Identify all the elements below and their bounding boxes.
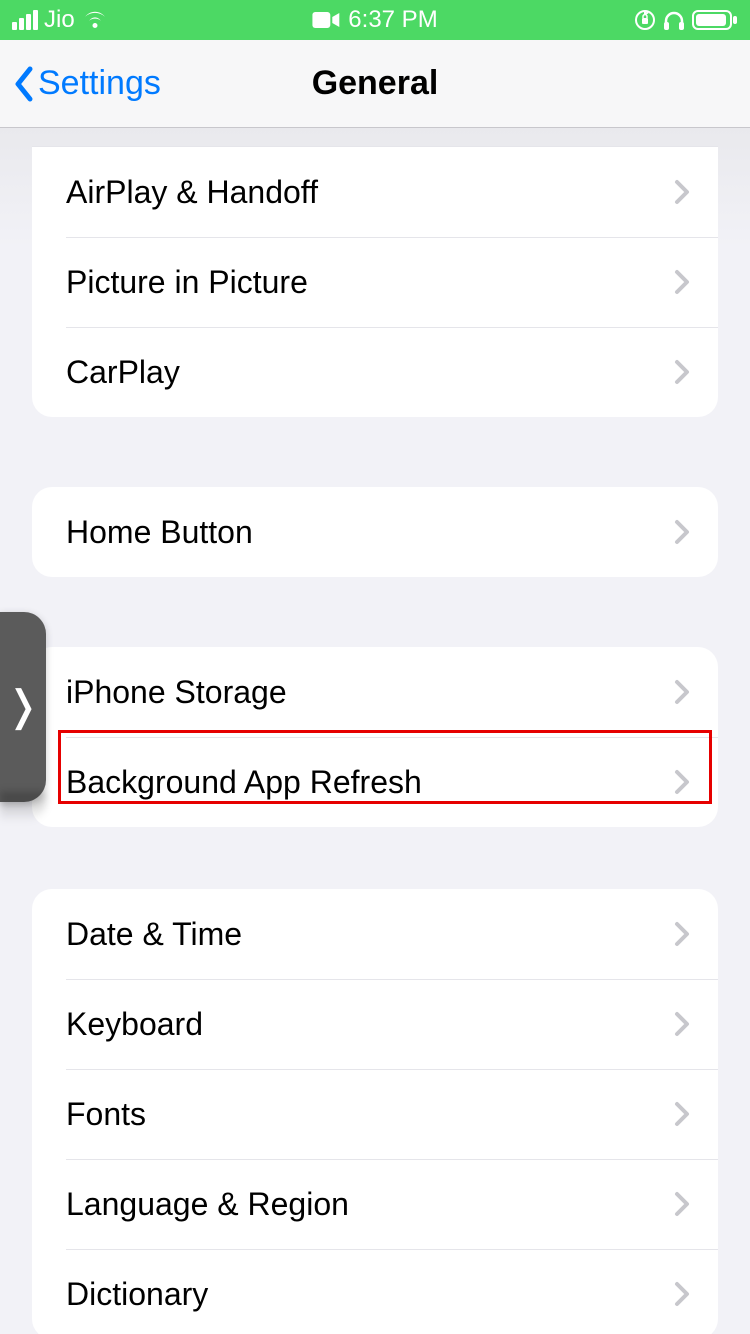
row-label: iPhone Storage	[66, 674, 674, 711]
settings-group-2: iPhone Storage Background App Refresh	[32, 647, 718, 827]
chevron-right-icon	[674, 359, 718, 385]
signal-bars-icon	[12, 10, 38, 30]
chevron-left-icon	[12, 65, 34, 103]
settings-group-3: Date & Time Keyboard Fonts Language & Re…	[32, 889, 718, 1334]
settings-group-0: AirPlay & Handoff Picture in Picture Car…	[32, 146, 718, 417]
status-right	[634, 9, 738, 31]
chevron-right-icon	[674, 769, 718, 795]
row-label: Language & Region	[66, 1186, 674, 1223]
row-dictionary[interactable]: Dictionary	[32, 1249, 718, 1334]
content-scroll-area[interactable]: AirPlay & Handoff Picture in Picture Car…	[0, 128, 750, 1334]
row-label: Keyboard	[66, 1006, 674, 1043]
status-left: Jio	[12, 6, 109, 34]
row-language-region[interactable]: Language & Region	[32, 1159, 718, 1249]
row-background-app-refresh[interactable]: Background App Refresh	[32, 737, 718, 827]
row-label: Dictionary	[66, 1276, 674, 1313]
chevron-right-icon	[674, 1191, 718, 1217]
row-iphone-storage[interactable]: iPhone Storage	[32, 647, 718, 737]
page-title: General	[312, 64, 439, 103]
row-label: Date & Time	[66, 916, 674, 953]
back-label: Settings	[38, 64, 161, 103]
chevron-right-icon	[674, 1101, 718, 1127]
row-label: Picture in Picture	[66, 264, 674, 301]
side-drawer-handle[interactable]: ❭	[0, 612, 46, 802]
chevron-right-icon	[674, 1281, 718, 1307]
settings-group-1: Home Button	[32, 487, 718, 577]
chevron-right-icon: ❭	[5, 681, 40, 730]
row-carplay[interactable]: CarPlay	[32, 327, 718, 417]
status-bar: Jio 6:37 PM	[0, 0, 750, 40]
row-label: AirPlay & Handoff	[66, 174, 674, 211]
chevron-right-icon	[674, 269, 718, 295]
status-center: 6:37 PM	[312, 6, 437, 34]
row-home-button[interactable]: Home Button	[32, 487, 718, 577]
row-label: Fonts	[66, 1096, 674, 1133]
back-button[interactable]: Settings	[0, 64, 161, 103]
chevron-right-icon	[674, 921, 718, 947]
video-icon	[312, 11, 340, 29]
row-date-time[interactable]: Date & Time	[32, 889, 718, 979]
row-picture-in-picture[interactable]: Picture in Picture	[32, 237, 718, 327]
battery-icon	[692, 9, 738, 31]
chevron-right-icon	[674, 1011, 718, 1037]
row-label: Background App Refresh	[66, 764, 674, 801]
row-keyboard[interactable]: Keyboard	[32, 979, 718, 1069]
navigation-bar: Settings General	[0, 40, 750, 128]
chevron-right-icon	[674, 679, 718, 705]
carrier-label: Jio	[44, 6, 75, 34]
row-fonts[interactable]: Fonts	[32, 1069, 718, 1159]
wifi-icon	[81, 9, 109, 31]
chevron-right-icon	[674, 179, 718, 205]
headphone-icon	[662, 9, 686, 31]
orientation-lock-icon	[634, 9, 656, 31]
chevron-right-icon	[674, 519, 718, 545]
row-label: CarPlay	[66, 354, 674, 391]
row-label: Home Button	[66, 514, 674, 551]
status-time: 6:37 PM	[348, 6, 437, 34]
row-airplay-handoff[interactable]: AirPlay & Handoff	[32, 147, 718, 237]
